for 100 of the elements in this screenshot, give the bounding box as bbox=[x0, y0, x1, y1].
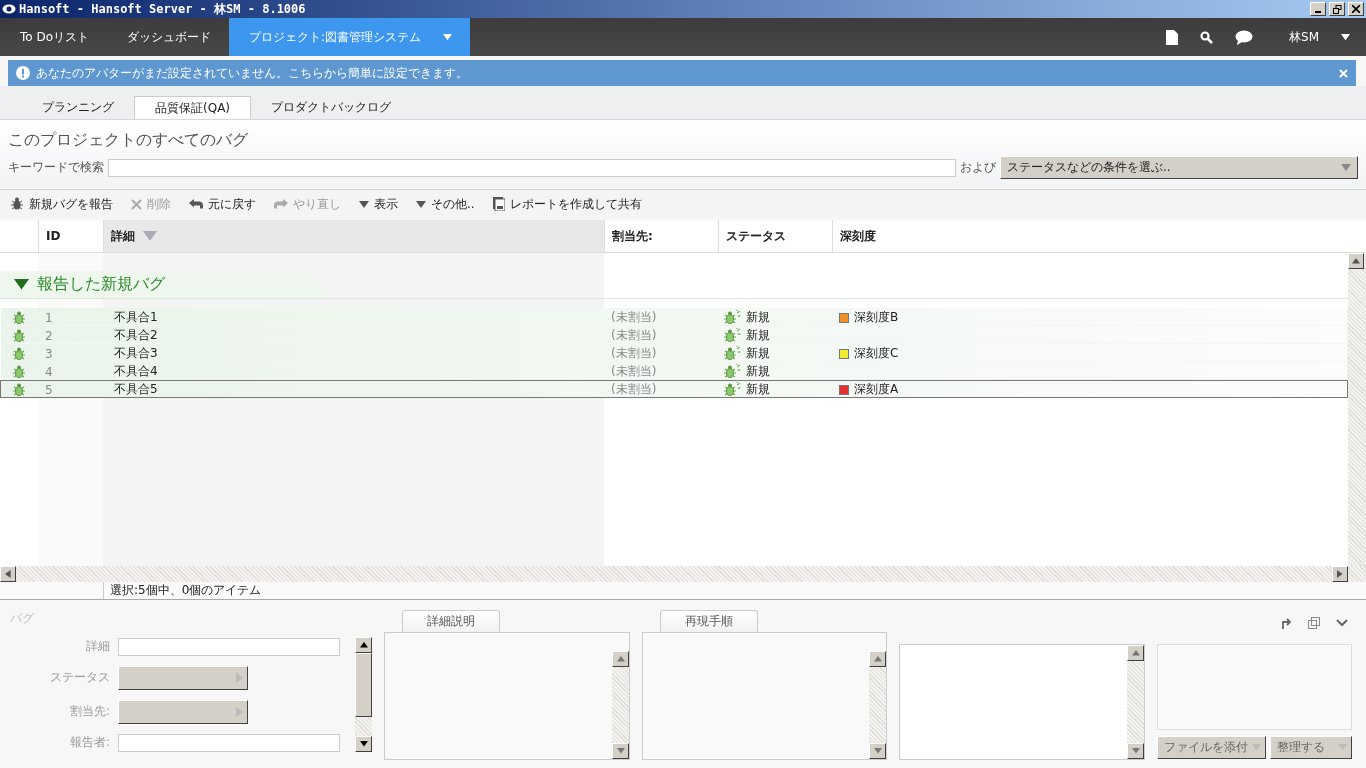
bug-icon bbox=[723, 346, 741, 361]
bug-row[interactable]: 2 不具合2 (未割当) 新規 bbox=[0, 326, 1348, 344]
detail-cell-text: 不具合5 bbox=[113, 381, 159, 398]
toolbar-button[interactable]: 新規バグを報告 bbox=[10, 195, 113, 213]
column-header[interactable]: 割当先: bbox=[604, 220, 718, 252]
detail-cell-text: 不具合4 bbox=[113, 363, 159, 380]
status-cell: 新規 bbox=[746, 327, 770, 344]
bug-icon bbox=[12, 364, 26, 379]
search-field[interactable] bbox=[108, 158, 956, 177]
id-cell-text: 4 bbox=[44, 364, 54, 379]
toolbar-button[interactable]: その他.. bbox=[416, 195, 475, 213]
caret-icon bbox=[1341, 33, 1350, 41]
id-cell-text: 2 bbox=[44, 328, 54, 343]
sub-tab[interactable]: 品質保証(QA) bbox=[134, 96, 252, 119]
toolbar-button[interactable]: 表示 bbox=[359, 195, 398, 213]
minimize-button[interactable] bbox=[1310, 2, 1326, 16]
panel-tab[interactable]: 再現手順 bbox=[660, 610, 758, 632]
status-cell: 新規 bbox=[746, 345, 770, 362]
bug-row[interactable]: 3 不具合3 (未割当) 新規 深刻度C bbox=[0, 344, 1348, 362]
vertical-scrollbar[interactable] bbox=[869, 651, 886, 759]
search-icon[interactable] bbox=[1200, 30, 1213, 44]
undo-arrow-icon bbox=[189, 199, 203, 209]
nav-tab[interactable]: ダッシュボード bbox=[107, 18, 230, 56]
field-label: 割当先: bbox=[68, 703, 110, 720]
eye-icon bbox=[2, 4, 16, 14]
caret-icon bbox=[1131, 748, 1140, 754]
close-icon bbox=[1352, 5, 1360, 13]
bug-row[interactable]: 5 不具合5 (未割当) 新規 深刻度A bbox=[0, 380, 1348, 398]
assignee-cell-text: (未割当) bbox=[610, 363, 658, 380]
swap-arrow-icon[interactable] bbox=[1281, 617, 1292, 629]
vertical-scrollbar[interactable] bbox=[1348, 253, 1366, 566]
caret-icon bbox=[1252, 744, 1261, 751]
group-header[interactable]: 報告した新規バグ bbox=[0, 271, 335, 298]
close-icon[interactable] bbox=[1339, 68, 1348, 78]
text-field[interactable] bbox=[118, 637, 340, 656]
bug-icon bbox=[723, 364, 741, 379]
status-cell: 新規 bbox=[746, 363, 770, 380]
detail-cell-text: 不具合1 bbox=[113, 309, 159, 326]
document-icon bbox=[492, 197, 505, 211]
sub-tab[interactable]: プランニング bbox=[22, 96, 134, 119]
column-header[interactable]: 詳細 bbox=[103, 220, 604, 252]
bug-icon bbox=[12, 310, 26, 325]
caret-icon bbox=[616, 656, 625, 662]
caret-icon bbox=[443, 33, 453, 41]
id-cell-text: 1 bbox=[44, 310, 54, 325]
toolbar-button[interactable]: レポートを作成して共有 bbox=[492, 195, 642, 213]
dropdown-field[interactable] bbox=[118, 665, 248, 690]
detail-cell-text: 不具合3 bbox=[113, 345, 159, 362]
bug-row[interactable]: 1 不具合1 (未割当) 新規 深刻度B bbox=[0, 308, 1348, 326]
panel-tab[interactable]: 詳細説明 bbox=[402, 610, 500, 632]
menu-button[interactable]: ファイルを添付 bbox=[1157, 736, 1266, 759]
close-button[interactable] bbox=[1348, 2, 1364, 16]
dropdown-field[interactable] bbox=[118, 699, 248, 724]
vertical-scrollbar[interactable] bbox=[355, 637, 372, 752]
assignee-cell-text: (未割当) bbox=[610, 345, 658, 362]
field-label: 詳細 bbox=[85, 638, 110, 655]
caret-icon bbox=[1337, 570, 1343, 578]
column-header[interactable]: 深刻度 bbox=[832, 220, 1366, 252]
caret-icon bbox=[236, 706, 243, 717]
restore-button[interactable] bbox=[1329, 2, 1345, 16]
caret-icon bbox=[1352, 258, 1360, 264]
caret-icon bbox=[1338, 744, 1347, 751]
caret-icon bbox=[1131, 650, 1140, 656]
chevron-down-icon[interactable] bbox=[1336, 619, 1348, 627]
column-header[interactable]: ステータス bbox=[718, 220, 832, 252]
window-title: Hansoft - Hansoft Server - 林SM - 8.1006 bbox=[19, 0, 307, 18]
bug-icon bbox=[12, 382, 26, 397]
document-icon[interactable] bbox=[1166, 29, 1178, 45]
assignee-cell-text: (未割当) bbox=[610, 309, 658, 326]
restore-icon bbox=[1332, 4, 1342, 14]
vertical-scrollbar[interactable] bbox=[1127, 645, 1144, 759]
filter-dropdown[interactable]: ステータスなどの条件を選ぶ.. bbox=[1000, 156, 1358, 179]
text-field[interactable] bbox=[118, 733, 340, 752]
bug-icon bbox=[12, 346, 26, 361]
caret-icon bbox=[873, 656, 882, 662]
status-cell: 新規 bbox=[746, 381, 770, 398]
group-title: 報告した新規バグ bbox=[37, 274, 165, 295]
id-cell-text: 5 bbox=[44, 382, 54, 397]
bug-icon bbox=[723, 328, 741, 343]
user-menu[interactable]: 林SM bbox=[1289, 28, 1319, 46]
expand-arrow-icon bbox=[14, 279, 29, 290]
bug-icon bbox=[723, 382, 741, 397]
caret-icon bbox=[359, 741, 368, 747]
vertical-scrollbar[interactable] bbox=[612, 651, 629, 759]
menu-button[interactable]: 整理する bbox=[1270, 736, 1352, 759]
severity-cell: 深刻度A bbox=[854, 381, 899, 398]
bug-row[interactable]: 4 不具合4 (未割当) 新規 bbox=[0, 362, 1348, 380]
window-icon[interactable] bbox=[1308, 617, 1320, 629]
caret-icon bbox=[616, 748, 625, 754]
sub-tab[interactable]: プロダクトバックログ bbox=[251, 96, 412, 119]
search-label: キーワードで検索 bbox=[8, 159, 104, 176]
toolbar-button[interactable]: 元に戻す bbox=[189, 195, 256, 213]
caret-icon bbox=[359, 200, 369, 208]
chat-bubble-icon[interactable] bbox=[1235, 29, 1253, 45]
caret-icon bbox=[236, 672, 243, 683]
caret-icon bbox=[873, 748, 882, 754]
horizontal-scrollbar[interactable] bbox=[0, 566, 1366, 582]
nav-tab[interactable]: To Doリスト bbox=[0, 18, 108, 56]
connector-label: および bbox=[960, 159, 996, 176]
info-icon bbox=[16, 66, 30, 80]
